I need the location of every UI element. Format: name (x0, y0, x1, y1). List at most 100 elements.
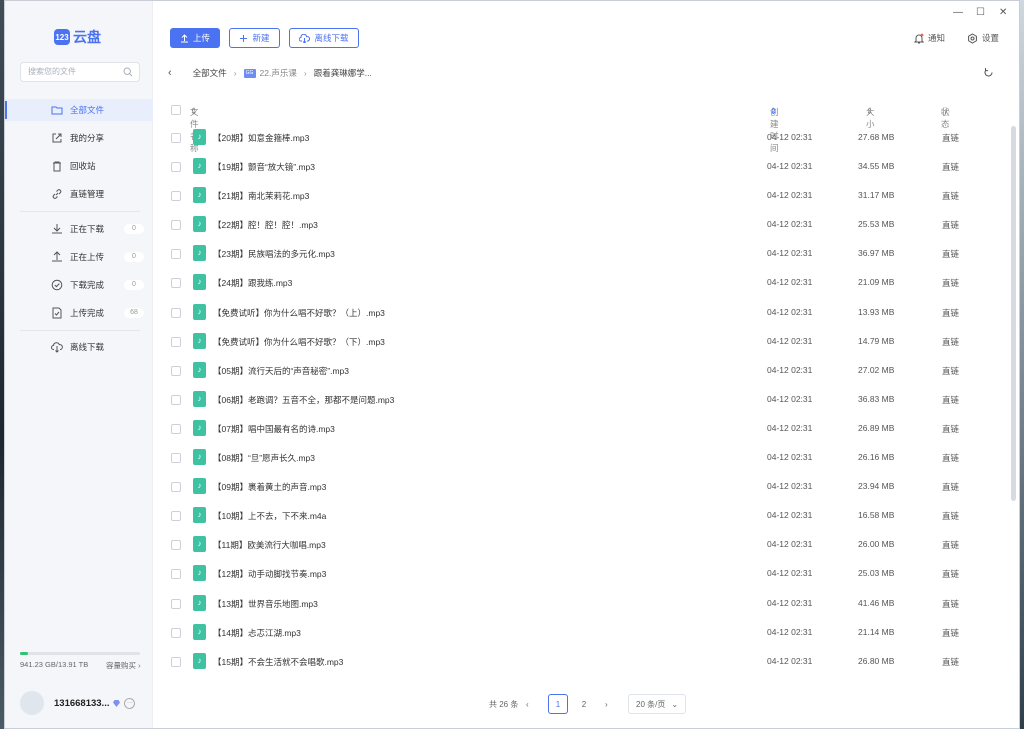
file-name[interactable]: 【07期】唱中国最有名的诗.mp3 (213, 423, 335, 435)
file-name[interactable]: 【21期】南北茉莉花.mp3 (213, 190, 309, 202)
page-size-select[interactable]: 20 条/页 ⌄ (628, 694, 687, 714)
row-checkbox[interactable] (171, 598, 181, 609)
row-checkbox[interactable] (171, 569, 181, 580)
nav-all-files[interactable]: 全部文件 (5, 99, 153, 121)
audio-file-icon: ♪ (193, 390, 206, 407)
breadcrumb-root[interactable]: 全部文件 (193, 67, 227, 79)
row-checkbox[interactable] (171, 249, 181, 260)
table-row[interactable]: ♪ 【21期】南北茉莉花.mp3 04-12 02:31 31.17 MB 直链 (170, 181, 1000, 210)
prev-page-icon[interactable]: ‹ (526, 694, 529, 714)
file-name[interactable]: 【20期】如意金箍棒.mp3 (213, 132, 309, 144)
nav-offline-download[interactable]: 离线下载 (5, 336, 153, 358)
row-checkbox[interactable] (171, 423, 181, 434)
table-row[interactable]: ♪ 【06期】老跑调？五音不全，那都不是问题.mp3 04-12 02:31 36.8… (170, 385, 1000, 414)
table-row[interactable]: ♪ 【13期】世界音乐地图.mp3 04-12 02:31 41.46 MB 直链 (170, 589, 1000, 618)
file-name[interactable]: 【13期】世界音乐地图.mp3 (213, 598, 318, 610)
table-row[interactable]: ♪ 【09期】裹着黄土的声音.mp3 04-12 02:31 23.94 MB 直链 (170, 472, 1000, 501)
file-name[interactable]: 【08期】“旦”愿声长久.mp3 (213, 452, 315, 464)
row-checkbox[interactable] (171, 656, 181, 667)
page-button-1[interactable]: 1 (548, 694, 568, 714)
row-checkbox[interactable] (171, 220, 181, 231)
select-all-checkbox[interactable] (171, 105, 181, 115)
table-row[interactable]: ♪ 【22期】腔！腔！腔！.mp3 04-12 02:31 25.53 MB 直链 (170, 210, 1000, 239)
file-name[interactable]: 【19期】颤音“放大镜”.mp3 (213, 161, 315, 173)
new-button[interactable]: 新建 (229, 28, 280, 48)
help-icon[interactable]: ⓘ (941, 106, 950, 118)
buy-storage-link[interactable]: 容量购买 › (106, 660, 141, 671)
row-checkbox[interactable] (171, 394, 181, 405)
page-button-2[interactable]: 2 (574, 694, 594, 714)
app-logo: 123 云盘 (54, 27, 101, 47)
nav-download-complete[interactable]: 下载完成 0 (5, 274, 153, 296)
count-badge: 0 (124, 252, 144, 262)
notifications-button[interactable]: 通知 (914, 32, 945, 44)
row-checkbox[interactable] (171, 627, 181, 638)
upload-button[interactable]: 上传 (170, 28, 220, 48)
close-icon[interactable]: ✕ (999, 7, 1007, 18)
nav-upload-complete[interactable]: 上传完成 68 (5, 302, 153, 324)
file-name[interactable]: 【14期】忐忑江湖.mp3 (213, 627, 301, 639)
file-date: 04-12 02:31 (767, 568, 813, 579)
refresh-icon[interactable] (983, 67, 994, 78)
row-checkbox[interactable] (171, 482, 181, 493)
table-row[interactable]: ♪ 【14期】忐忑江湖.mp3 04-12 02:31 21.14 MB 直链 (170, 618, 1000, 647)
file-name[interactable]: 【12期】动手动脚找节奏.mp3 (213, 568, 326, 580)
file-name[interactable]: 【22期】腔！腔！腔！.mp3 (213, 219, 318, 231)
file-name[interactable]: 【24期】跟我练.mp3 (213, 277, 292, 289)
chevron-right-icon: › (233, 68, 237, 78)
row-checkbox[interactable] (171, 307, 181, 318)
maximize-icon[interactable]: ☐ (976, 7, 985, 18)
more-icon[interactable]: ··· (124, 697, 136, 709)
row-checkbox[interactable] (171, 540, 181, 551)
file-name[interactable]: 【免费试听】你为什么唱不好歌？（上）.mp3 (213, 307, 385, 319)
row-checkbox[interactable] (171, 453, 181, 464)
table-row[interactable]: ♪ 【20期】如意金箍棒.mp3 04-12 02:31 27.68 MB 直链 (170, 123, 1000, 152)
file-name[interactable]: 【23期】民族唱法的多元化.mp3 (213, 248, 335, 260)
offline-download-button[interactable]: 离线下载 (289, 28, 359, 48)
settings-button[interactable]: 设置 (967, 32, 999, 44)
table-row[interactable]: ♪ 【08期】“旦”愿声长久.mp3 04-12 02:31 26.16 MB 直链 (170, 443, 1000, 472)
minimize-icon[interactable]: — (953, 7, 963, 18)
table-row[interactable]: ♪ 【免费试听】你为什么唱不好歌？（上）.mp3 04-12 02:31 13.93 … (170, 298, 1000, 327)
search-input[interactable]: 搜索您的文件 (20, 62, 140, 82)
table-row[interactable]: ♪ 【24期】跟我练.mp3 04-12 02:31 21.09 MB 直链 (170, 268, 1000, 297)
table-row[interactable]: ♪ 【19期】颤音“放大镜”.mp3 04-12 02:31 34.55 MB 直链 (170, 152, 1000, 181)
file-name[interactable]: 【10期】上不去，下不来.m4a (213, 510, 326, 522)
nav-recycle-bin[interactable]: 回收站 (5, 155, 153, 177)
table-row[interactable]: ♪ 【07期】唱中国最有名的诗.mp3 04-12 02:31 26.89 MB 直链 (170, 414, 1000, 443)
file-name[interactable]: 【05期】流行天后的“声音秘密”.mp3 (213, 365, 349, 377)
row-checkbox[interactable] (171, 133, 181, 143)
file-name[interactable]: 【09期】裹着黄土的声音.mp3 (213, 481, 326, 493)
search-icon[interactable] (123, 67, 133, 77)
nav-downloading[interactable]: 正在下载 0 (5, 218, 153, 240)
table-row[interactable]: ♪ 【12期】动手动脚找节奏.mp3 04-12 02:31 25.03 MB 直链 (170, 559, 1000, 588)
table-row[interactable]: ♪ 【10期】上不去，下不来.m4a 04-12 02:31 16.58 MB 直链 (170, 501, 1000, 530)
table-row[interactable]: ♪ 【15期】不会生活就不会唱歌.mp3 04-12 02:31 26.80 MB 直链 (170, 647, 1000, 676)
user-profile[interactable]: 131668133... ··· (20, 691, 136, 715)
row-checkbox[interactable] (171, 336, 181, 347)
file-name[interactable]: 【免费试听】你为什么唱不好歌？（下）.mp3 (213, 336, 385, 348)
scrollbar[interactable] (1011, 126, 1016, 501)
file-size: 14.79 MB (858, 335, 895, 346)
next-page-icon[interactable]: › (605, 694, 608, 714)
table-row[interactable]: ♪ 【05期】流行天后的“声音秘密”.mp3 04-12 02:31 27.02 MB… (170, 356, 1000, 385)
row-checkbox[interactable] (171, 162, 181, 173)
row-checkbox[interactable] (171, 191, 181, 202)
file-name[interactable]: 【15期】不会生活就不会唱歌.mp3 (213, 656, 343, 668)
row-checkbox[interactable] (171, 278, 181, 289)
breadcrumb-folder[interactable]: 22.声乐课 (260, 67, 297, 79)
table-row[interactable]: ♪ 【11期】欧美流行大咖唱.mp3 04-12 02:31 26.00 MB 直链 (170, 530, 1000, 559)
nav-link-management[interactable]: 直链管理 (5, 183, 153, 205)
row-checkbox[interactable] (171, 365, 181, 376)
file-date: 04-12 02:31 (767, 452, 813, 463)
file-name[interactable]: 【06期】老跑调？五音不全，那都不是问题.mp3 (213, 394, 394, 406)
table-row[interactable]: ♪ 【免费试听】你为什么唱不好歌？（下）.mp3 04-12 02:31 14.79 … (170, 327, 1000, 356)
nav-uploading[interactable]: 正在上传 0 (5, 246, 153, 268)
table-row[interactable]: ♪ 【23期】民族唱法的多元化.mp3 04-12 02:31 36.97 MB 直链 (170, 239, 1000, 268)
back-arrow-icon[interactable]: ‹ (168, 67, 172, 79)
row-checkbox[interactable] (171, 511, 181, 522)
file-size: 27.68 MB (858, 132, 895, 142)
nav-my-shares[interactable]: 我的分享 (5, 127, 153, 149)
file-name[interactable]: 【11期】欧美流行大咖唱.mp3 (213, 539, 326, 551)
avatar[interactable] (20, 691, 44, 715)
